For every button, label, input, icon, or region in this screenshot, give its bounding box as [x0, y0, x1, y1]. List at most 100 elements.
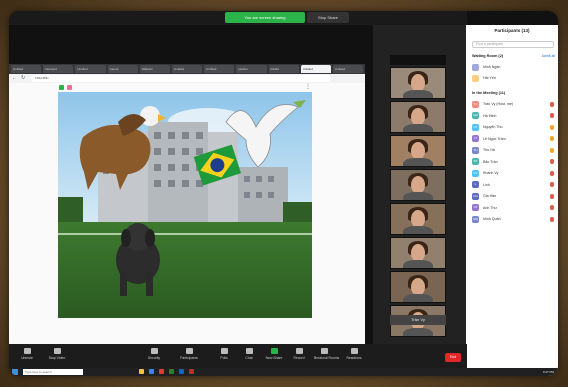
microphone-muted-icon[interactable] [550, 205, 554, 210]
taskbar-clock: 3:27 PM [542, 370, 554, 374]
browser-tab[interactable]: Untitled [300, 65, 331, 73]
microphone-muted-icon[interactable] [550, 136, 554, 141]
address-bar[interactable]: cmu.edu [31, 75, 331, 82]
participant-row[interactable]: L Linh [472, 180, 556, 190]
polls-label: Polls [220, 356, 228, 360]
back-icon[interactable]: ← [12, 75, 17, 81]
panel-title: Participants (13) [494, 28, 530, 33]
pen-tool-icon[interactable] [59, 85, 64, 90]
waiting-room-header[interactable]: Waiting Room (2) [472, 54, 503, 58]
participant-search-input[interactable]: Find a participant [472, 41, 554, 48]
browser-tab[interactable]: Quizlet [236, 65, 267, 73]
participant-body [403, 124, 433, 132]
avatar: MQ [472, 215, 479, 223]
participant-name: Anh Thư [483, 205, 497, 210]
microphone-muted-icon[interactable] [550, 101, 554, 107]
participant-name: Bảo Trân [483, 159, 498, 164]
polls-icon [220, 348, 228, 354]
browser-tab[interactable]: Canva [107, 65, 138, 73]
record-button[interactable]: Record [289, 348, 309, 368]
end-meeting-button[interactable]: End [445, 353, 461, 362]
browser-tab[interactable]: Untitled [75, 65, 106, 73]
participant-row[interactable]: BT Bảo Trân [472, 157, 556, 167]
video-tile[interactable] [390, 169, 446, 201]
video-tile[interactable] [390, 135, 446, 167]
participant-name: Lê Ngọc Trâm [483, 136, 506, 141]
breakout-rooms-button[interactable]: Breakout Rooms [314, 348, 339, 368]
video-tile[interactable] [390, 67, 446, 99]
browser-tab[interactable]: Untitled [204, 65, 235, 73]
participant-row[interactable]: TH Thu Hà [472, 145, 556, 155]
microphone-muted-icon[interactable] [550, 216, 554, 222]
microphone-muted-icon[interactable] [550, 170, 554, 176]
waiting-participant[interactable]: Hải Yến [472, 73, 556, 83]
microphone-muted-icon[interactable] [550, 147, 554, 153]
avatar: AT [472, 204, 479, 211]
participant-name: Hải Yến [483, 76, 496, 80]
chat-label: Chat [245, 356, 253, 360]
video-tile[interactable] [390, 101, 446, 133]
stop-share-button[interactable]: Stop Share [307, 12, 349, 23]
browser-tab[interactable]: Untitled [11, 65, 42, 73]
browser-tab[interactable]: Padlet [268, 65, 299, 73]
video-tile-off[interactable] [390, 55, 446, 65]
waiting-participant[interactable]: Minh Ngân [472, 62, 556, 72]
in-meeting-header[interactable]: In the Meeting (11) [472, 91, 505, 95]
file-explorer-icon[interactable] [139, 369, 144, 374]
slide-menu-icon[interactable]: ⋮ [305, 83, 311, 90]
participants-icon [185, 348, 193, 354]
new-share-button[interactable]: New Share [264, 348, 284, 368]
participant-body [403, 158, 433, 166]
chrome-icon[interactable] [159, 369, 164, 374]
chat-button[interactable]: Chat [239, 348, 259, 368]
stop-video-button[interactable]: Stop Video [47, 348, 67, 368]
browser-tab[interactable]: Wakelet [139, 65, 170, 73]
participant-row[interactable]: HM Hà Minh [472, 111, 556, 121]
browser-tab[interactable]: Nearpod [43, 65, 74, 73]
zoom-app-icon[interactable] [149, 369, 154, 374]
start-icon[interactable] [12, 369, 18, 375]
breakout-rooms-icon [320, 348, 328, 354]
admit-all-button[interactable]: Admit all [542, 54, 555, 58]
taskbar-search-input[interactable]: Type here to search [23, 369, 83, 375]
participant-row[interactable]: GH Gia Hân [472, 191, 556, 201]
participant-body [403, 328, 433, 336]
polls-button[interactable]: Polls [214, 348, 234, 368]
participant-row[interactable]: LT Lê Ngọc Trâm [472, 134, 556, 144]
participant-name: Hà Minh [483, 113, 497, 118]
slide-image [58, 92, 312, 318]
microphone-muted-icon[interactable] [550, 124, 554, 130]
microphone-muted-icon[interactable] [550, 159, 554, 164]
video-tile[interactable] [390, 203, 446, 235]
participant-name: Thu Hà [483, 148, 495, 152]
excel-icon[interactable] [169, 369, 174, 374]
video-tile[interactable] [390, 237, 446, 269]
video-tile[interactable] [390, 271, 446, 303]
record-icon [295, 348, 303, 354]
microphone-muted-icon[interactable] [550, 113, 554, 118]
participant-row[interactable]: NT Nguyễn Thu [472, 122, 556, 132]
eraser-tool-icon[interactable] [67, 85, 72, 90]
browser-tab[interactable]: Untitled [171, 65, 203, 73]
participants-button[interactable]: Participants [179, 348, 199, 368]
participant-row[interactable]: MQ Minh Quân [472, 214, 556, 224]
avatar [472, 63, 479, 71]
security-button[interactable]: Security [144, 348, 164, 368]
microphone-muted-icon[interactable] [550, 193, 554, 199]
reactions-button[interactable]: Reactions [344, 348, 364, 368]
slide-tools [59, 85, 72, 90]
screen-sharing-indicator[interactable]: You are screen sharing [225, 12, 305, 23]
word-icon[interactable] [179, 369, 184, 374]
powerpoint-icon[interactable] [189, 369, 194, 374]
unmute-button[interactable]: Unmute [17, 348, 37, 368]
microphone-muted-icon[interactable] [550, 182, 554, 187]
avatar: KV [472, 169, 479, 177]
video-gallery: Trần Vy [373, 25, 466, 365]
participant-name: Nguyễn Thu [483, 125, 503, 129]
browser-tab[interactable]: Untitled [332, 65, 364, 73]
reload-icon[interactable]: ↻ [21, 75, 25, 81]
participant-row[interactable]: TV Trần Vy (Host, me) [472, 99, 556, 109]
participant-row[interactable]: KV Khánh Vy [472, 168, 556, 178]
participant-row[interactable]: AT Anh Thư [472, 203, 556, 213]
reactions-icon [350, 348, 358, 354]
